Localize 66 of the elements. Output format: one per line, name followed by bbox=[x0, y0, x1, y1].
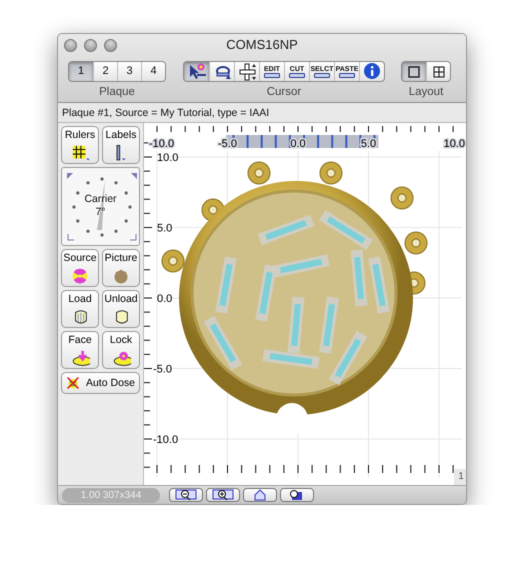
zoom-fit-button[interactable] bbox=[280, 488, 314, 502]
group-label: Plaque bbox=[99, 85, 135, 99]
zoom-in-button[interactable] bbox=[206, 488, 240, 502]
page-number: 1 bbox=[454, 469, 466, 486]
cursor-tool-button[interactable] bbox=[209, 62, 234, 81]
button-label: Load bbox=[68, 292, 92, 308]
source-button[interactable]: Source bbox=[61, 249, 99, 288]
carrier-dial[interactable]: Carrier 7° bbox=[61, 167, 140, 246]
button-label: Lock bbox=[110, 333, 132, 348]
plaque-tab[interactable]: 2 bbox=[93, 62, 117, 81]
rulers-button[interactable]: Rulers bbox=[61, 126, 99, 164]
label-bar-icon bbox=[116, 145, 126, 162]
pointer-icon bbox=[187, 62, 206, 81]
bar-icon bbox=[338, 72, 355, 78]
carrier-angle: 7° bbox=[94, 205, 107, 220]
zoom-out-button[interactable] bbox=[169, 488, 203, 502]
bar-icon bbox=[314, 72, 330, 78]
zoom-in-icon bbox=[212, 489, 234, 502]
grid-icon bbox=[72, 146, 86, 160]
cursor-tool-button[interactable] bbox=[234, 62, 259, 81]
single-layout-icon bbox=[408, 66, 420, 78]
lock-button[interactable]: Lock bbox=[102, 331, 140, 370]
axis-label: -5.0 bbox=[153, 364, 172, 376]
layout-button[interactable] bbox=[402, 62, 426, 81]
unload-button[interactable]: Unload bbox=[102, 290, 140, 328]
window-control-button[interactable] bbox=[64, 39, 77, 52]
plaque-tab[interactable]: 4 bbox=[141, 62, 165, 81]
window-title: COMS16NP bbox=[225, 36, 299, 54]
window-control-button[interactable] bbox=[104, 39, 117, 52]
axis-label: 10.0 bbox=[157, 152, 178, 164]
button-label: Rulers bbox=[64, 128, 96, 144]
axis-label: 0.0 bbox=[157, 293, 172, 306]
carrier-label: Carrier bbox=[83, 192, 118, 208]
status-text: Plaque #1, Source = My Tutorial, type = IAAI bbox=[58, 103, 466, 124]
home-button[interactable] bbox=[243, 488, 277, 502]
button-label: Labels bbox=[106, 128, 136, 144]
axis-label: -10.0 bbox=[149, 138, 174, 150]
button-label: Face bbox=[68, 333, 92, 348]
grid-layout-icon bbox=[432, 66, 444, 78]
info-icon bbox=[362, 62, 382, 81]
move-icon bbox=[238, 62, 256, 81]
zoom-out-icon bbox=[175, 489, 197, 502]
window-control-button[interactable] bbox=[84, 39, 97, 52]
plaque-arrow-icon bbox=[70, 350, 90, 366]
bar-icon bbox=[289, 72, 305, 78]
load-button[interactable]: Load bbox=[61, 290, 99, 328]
group-label: Cursor bbox=[266, 85, 302, 99]
zoom-readout: 1.00 307x344 bbox=[62, 488, 160, 503]
axis-label: 10.0 bbox=[444, 138, 465, 150]
plaque-tab[interactable]: 3 bbox=[117, 62, 141, 81]
home-icon bbox=[254, 489, 266, 502]
face-button[interactable]: Face bbox=[61, 331, 99, 370]
auto-dose-button[interactable]: Auto Dose bbox=[61, 372, 140, 394]
button-label: Source bbox=[63, 251, 97, 266]
button-label: Picture bbox=[104, 251, 138, 266]
picture-button[interactable]: Picture bbox=[102, 249, 140, 288]
bar-icon bbox=[264, 72, 280, 78]
group-label: Layout bbox=[408, 85, 444, 99]
button-label: Unload bbox=[104, 292, 138, 308]
labels-button[interactable]: Labels bbox=[102, 126, 140, 164]
cursor-tool-button[interactable] bbox=[184, 62, 209, 81]
plaque-radiation-icon bbox=[112, 350, 130, 366]
axis-label: -10.0 bbox=[153, 434, 178, 446]
radiation-icon bbox=[70, 268, 90, 284]
axis-label: 5.0 bbox=[157, 222, 172, 235]
plaque-tab[interactable]: 1 bbox=[69, 62, 93, 81]
